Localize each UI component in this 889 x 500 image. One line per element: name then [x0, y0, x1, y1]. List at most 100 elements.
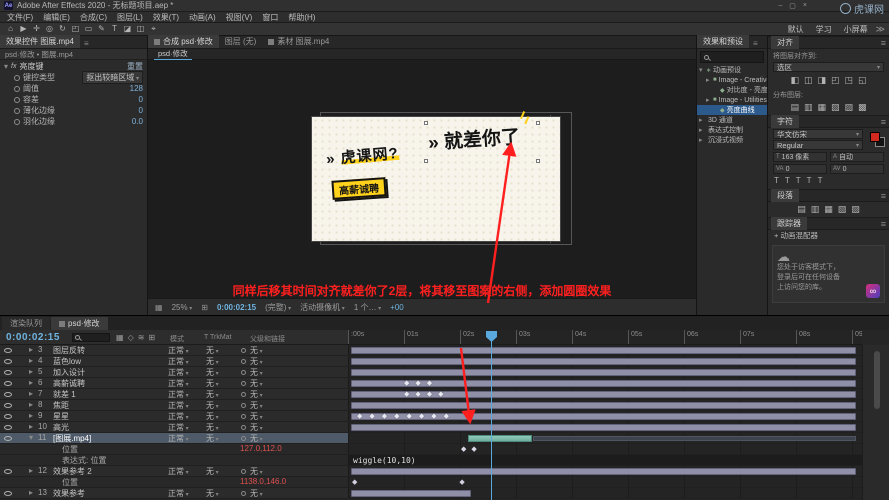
camera-select[interactable]: 活动摄像机	[300, 302, 345, 313]
blend-mode-select[interactable]: 正常	[168, 488, 202, 499]
align-button-icon[interactable]: ◨	[817, 75, 826, 86]
parent-pickwhip-icon[interactable]	[241, 392, 246, 397]
pen-tool-icon[interactable]: ✎	[95, 24, 108, 34]
parent-select[interactable]: 无	[250, 389, 340, 400]
twirl-icon[interactable]: ▸	[29, 422, 37, 431]
table-row[interactable]: ▸ 9 星星 正常 无 无 ◆◆◆◆◆◆◆◆	[0, 411, 862, 422]
parent-pickwhip-icon[interactable]	[241, 359, 246, 364]
stopwatch-icon[interactable]	[14, 118, 20, 125]
viewer-tab[interactable]: 合成 psd·修改	[148, 35, 219, 48]
faux-style-button[interactable]: T	[796, 176, 801, 185]
layer-name[interactable]: 焦距	[53, 400, 131, 411]
stopwatch-icon[interactable]	[14, 74, 20, 81]
workspace-more-icon[interactable]: ≫	[876, 24, 885, 35]
layer-name[interactable]: 表达式: 位置	[62, 455, 140, 466]
layer-name[interactable]: 高薪诚聘	[53, 378, 131, 389]
twirl-icon[interactable]: ▸	[706, 76, 711, 84]
table-row[interactable]: 位置 127.0,112.0 ◆◆	[0, 444, 862, 455]
trkmat-select[interactable]: 无	[206, 389, 238, 400]
property-value[interactable]: 1138.0,146.0	[240, 477, 340, 486]
menu-item[interactable]: 动画(A)	[184, 12, 221, 23]
tab-paragraph[interactable]: 段落	[771, 189, 799, 202]
blend-mode-select[interactable]: 正常	[168, 378, 202, 389]
layer-name[interactable]: 星星	[53, 411, 131, 422]
workspace-tab[interactable]: 小屏幕	[844, 24, 868, 35]
layer-track[interactable]: ◆◆◆	[348, 378, 862, 388]
tab-character[interactable]: 字符	[771, 115, 799, 128]
twirl-icon[interactable]: ▸	[699, 136, 704, 144]
layer-track[interactable]: ◆◆◆◆	[348, 389, 862, 399]
clone-stamp-tool-icon[interactable]: ◫	[134, 24, 147, 34]
zoom-tool-icon[interactable]: ◎	[43, 24, 56, 34]
layer-track[interactable]: ◆◆	[348, 444, 862, 454]
distribute-button-icon[interactable]: ▤	[790, 102, 799, 113]
parent-select[interactable]: 无	[250, 466, 340, 477]
twirl-icon[interactable]: ▸	[29, 378, 37, 387]
selection-handle[interactable]	[424, 121, 428, 125]
twirl-icon[interactable]: ▾	[29, 433, 37, 442]
timeline-toggle-icon[interactable]: ◇	[128, 333, 134, 342]
current-time-indicator-line[interactable]	[491, 331, 492, 500]
distribute-button-icon[interactable]: ▩	[858, 102, 867, 113]
layer-name[interactable]: 高光	[53, 422, 131, 433]
keyframe-icons[interactable]: ◆◆◆	[404, 379, 438, 387]
tab-tracker[interactable]: 跟踪器	[771, 217, 807, 230]
viewer-tab[interactable]: 图层 (无)	[219, 35, 263, 48]
align-button-icon[interactable]: ◳	[845, 75, 854, 86]
eye-icon[interactable]	[4, 392, 12, 397]
paragraph-align-icon[interactable]: ▥	[811, 204, 820, 215]
eye-icon[interactable]	[4, 359, 12, 364]
twirl-icon[interactable]: ▸	[29, 400, 37, 409]
layer-track[interactable]: ◆◆	[348, 477, 862, 487]
parent-pickwhip-icon[interactable]	[241, 381, 246, 386]
timeline-tab[interactable]: psd·修改	[51, 317, 108, 330]
blend-mode-select[interactable]: 正常	[168, 411, 202, 422]
artwork-badge[interactable]: 高薪诚聘	[331, 177, 387, 200]
property-value[interactable]: 抠出较暗区域	[82, 71, 143, 84]
eye-icon[interactable]	[4, 370, 12, 375]
layer-track[interactable]: wiggle(10,10)	[348, 455, 862, 465]
layer-track[interactable]: ◆◆◆◆◆◆◆◆	[348, 411, 862, 421]
parent-select[interactable]: 无	[250, 422, 340, 433]
parent-pickwhip-icon[interactable]	[241, 425, 246, 430]
tab-effects-presets[interactable]: 效果和预设	[697, 35, 749, 48]
panel-menu-icon[interactable]: ≡	[753, 39, 758, 48]
menu-item[interactable]: 编辑(E)	[38, 12, 75, 23]
trkmat-select[interactable]: 无	[206, 422, 238, 433]
align-button-icon[interactable]: ◰	[831, 75, 840, 86]
kerning-input[interactable]: VA 0	[773, 164, 827, 174]
zoom-select[interactable]: 25%	[172, 303, 193, 312]
panel-menu-icon[interactable]: ≡	[881, 219, 886, 229]
distribute-button-icon[interactable]: ▧	[831, 102, 840, 113]
twirl-icon[interactable]: ▸	[706, 96, 711, 104]
selection-handle[interactable]	[424, 159, 428, 163]
twirl-icon[interactable]: ▸	[699, 126, 704, 134]
pan-behind-tool-icon[interactable]: ◰	[69, 24, 82, 34]
blend-mode-select[interactable]: 正常	[168, 367, 202, 378]
layer-duration-bar[interactable]	[351, 468, 856, 475]
layer-name[interactable]: 就差 1	[53, 389, 131, 400]
keyframe-icons[interactable]: ◆◆	[461, 445, 482, 453]
trkmat-select[interactable]: 无	[206, 345, 238, 356]
property-value[interactable]: 0	[139, 95, 143, 104]
layer-track[interactable]	[348, 488, 862, 498]
menu-item[interactable]: 文件(F)	[2, 12, 38, 23]
paragraph-align-icon[interactable]: ▤	[797, 204, 806, 215]
selected-layer-bar[interactable]	[468, 435, 532, 442]
trkmat-select[interactable]: 无	[206, 466, 238, 477]
effect-property-row[interactable]: 薄化边缘 0	[0, 105, 147, 116]
blend-mode-select[interactable]: 正常	[168, 422, 202, 433]
eye-icon[interactable]	[4, 381, 12, 386]
presets-search-input[interactable]	[700, 51, 764, 63]
stopwatch-icon[interactable]	[14, 96, 20, 103]
paragraph-align-icon[interactable]: ▨	[851, 204, 860, 215]
effect-property-row[interactable]: 羽化边缘 0.0	[0, 116, 147, 127]
timeline-toggle-icon[interactable]: ⊞	[148, 333, 155, 342]
parent-pickwhip-icon[interactable]	[241, 403, 246, 408]
layer-duration-bar[interactable]	[351, 347, 856, 354]
twirl-icon[interactable]: ▸	[29, 345, 37, 354]
distribute-button-icon[interactable]: ▨	[845, 102, 854, 113]
font-style-select[interactable]: Regular	[773, 140, 863, 150]
layer-track[interactable]	[348, 367, 862, 377]
faux-style-button[interactable]: T	[785, 176, 790, 185]
